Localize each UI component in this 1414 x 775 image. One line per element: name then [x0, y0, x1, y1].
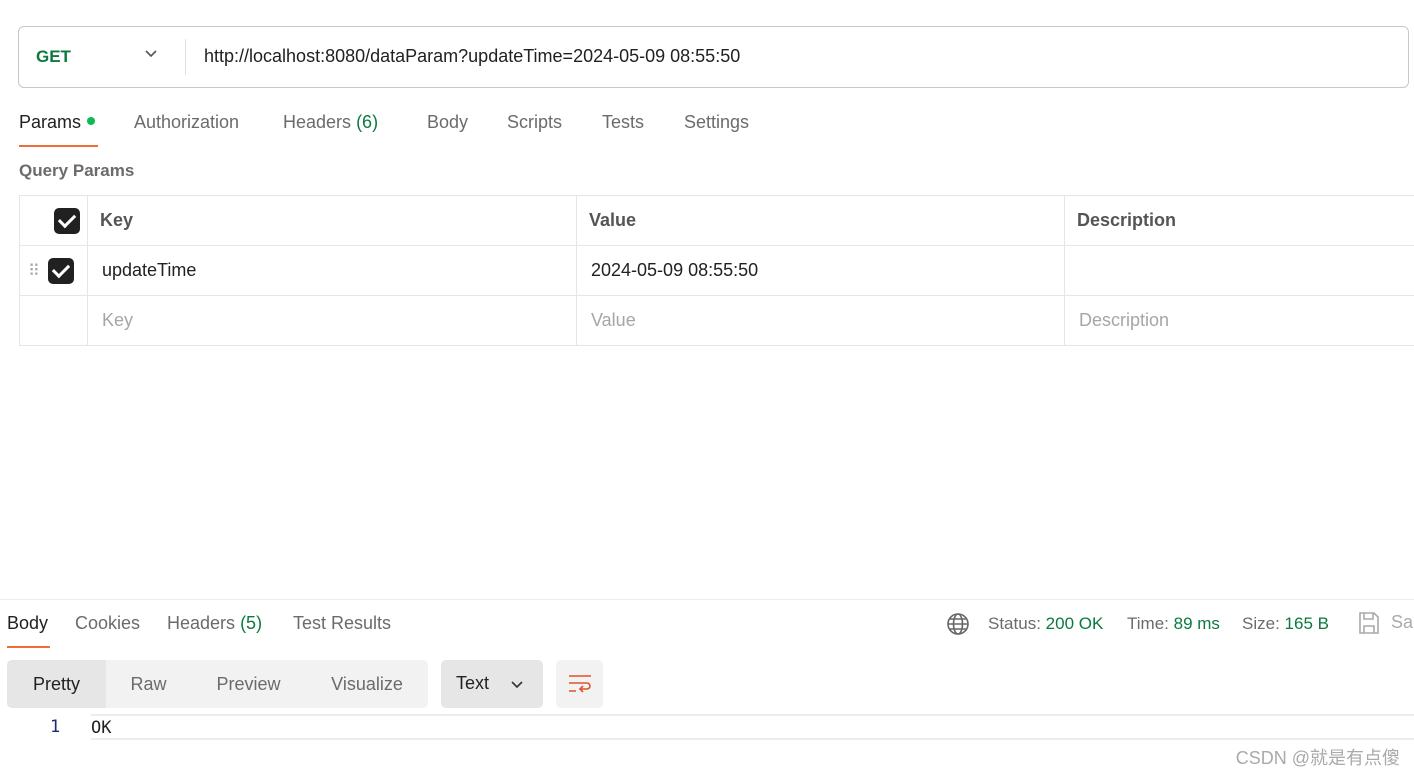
globe-icon[interactable] — [946, 612, 970, 636]
row-checkbox[interactable] — [47, 257, 74, 284]
tab-authorization[interactable]: Authorization — [134, 112, 239, 133]
response-tab-body[interactable]: Body — [7, 613, 48, 634]
description-cell[interactable] — [1064, 245, 1414, 296]
chevron-down-icon[interactable] — [143, 45, 159, 61]
tab-tests[interactable]: Tests — [602, 112, 644, 133]
time-label: Time: — [1127, 614, 1169, 633]
value-cell[interactable]: 2024-05-09 08:55:50 — [576, 245, 1065, 296]
params-table: Key Value Description ⠿ updateTime 2024-… — [19, 195, 1414, 346]
modified-dot-icon — [87, 117, 96, 125]
status-readout: Status: 200 OK — [988, 614, 1103, 634]
chevron-down-icon — [511, 681, 523, 689]
status-value: 200 OK — [1045, 614, 1104, 633]
column-header: Value — [576, 195, 1065, 246]
view-mode-group: Pretty Raw Preview Visualize — [7, 660, 428, 708]
status-label: Status: — [988, 614, 1041, 633]
url-input[interactable]: http://localhost:8080/dataParam?updateTi… — [204, 46, 740, 67]
view-visualize-button[interactable]: Visualize — [306, 660, 428, 708]
tab-scripts[interactable]: Scripts — [507, 112, 562, 133]
save-icon — [1359, 612, 1379, 634]
size-label: Size: — [1242, 614, 1280, 633]
drag-handle-icon[interactable]: ⠿ — [28, 263, 40, 280]
description-input[interactable]: Description — [1064, 295, 1414, 346]
tab-label: Params — [19, 112, 82, 132]
table-row-new: Key Value Description — [19, 295, 1414, 346]
active-tab-indicator — [19, 145, 98, 147]
format-select[interactable]: Text — [441, 660, 543, 708]
view-pretty-button[interactable]: Pretty — [7, 660, 106, 708]
headers-count: (5) — [240, 613, 263, 633]
tab-settings[interactable]: Settings — [684, 112, 749, 133]
response-line: OK — [91, 718, 112, 738]
table-header: Key Value Description — [19, 195, 1414, 246]
line-number: 1 — [50, 717, 61, 737]
format-value: Text — [456, 673, 490, 693]
size-value: 165 B — [1284, 614, 1329, 633]
response-body-editor[interactable]: OK — [91, 714, 1414, 740]
save-label: Sa — [1391, 611, 1414, 632]
size-readout: Size: 165 B — [1242, 614, 1329, 634]
divider — [0, 599, 1414, 600]
wrap-lines-button[interactable] — [556, 660, 603, 708]
time-value: 89 ms — [1173, 614, 1220, 633]
key-cell[interactable]: updateTime — [87, 245, 577, 296]
headers-count: (6) — [356, 112, 379, 132]
tab-headers[interactable]: Headers (6) — [283, 112, 378, 133]
view-raw-button[interactable]: Raw — [106, 660, 191, 708]
watermark: CSDN @就是有点傻 — [1235, 748, 1400, 768]
view-preview-button[interactable]: Preview — [191, 660, 306, 708]
response-tab-test-results[interactable]: Test Results — [293, 613, 391, 634]
response-tab-cookies[interactable]: Cookies — [75, 613, 140, 634]
select-all-cell — [19, 195, 88, 246]
column-header: Key — [87, 195, 577, 246]
method-select[interactable]: GET — [36, 47, 71, 67]
tab-label: Headers — [167, 613, 236, 633]
tab-label: Headers — [283, 112, 352, 132]
select-all-checkbox[interactable] — [54, 207, 80, 234]
section-title: Query Params — [19, 161, 135, 180]
row-controls: ⠿ — [19, 245, 88, 296]
column-header: Description — [1064, 195, 1414, 246]
value-input[interactable]: Value — [576, 295, 1065, 346]
time-readout: Time: 89 ms — [1127, 614, 1220, 634]
tab-params[interactable]: Params — [19, 112, 96, 133]
save-response-button[interactable]: Sa — [1358, 611, 1413, 635]
active-tab-indicator — [7, 646, 50, 648]
key-input[interactable]: Key — [87, 295, 577, 346]
url-bar: GET http://localhost:8080/dataParam?upda… — [18, 26, 1409, 88]
tab-body[interactable]: Body — [427, 112, 468, 133]
divider — [185, 39, 186, 75]
row-controls — [19, 295, 88, 346]
wrap-lines-icon — [569, 675, 591, 693]
response-tab-headers[interactable]: Headers (5) — [167, 613, 262, 634]
table-row: ⠿ updateTime 2024-05-09 08:55:50 — [19, 245, 1414, 296]
